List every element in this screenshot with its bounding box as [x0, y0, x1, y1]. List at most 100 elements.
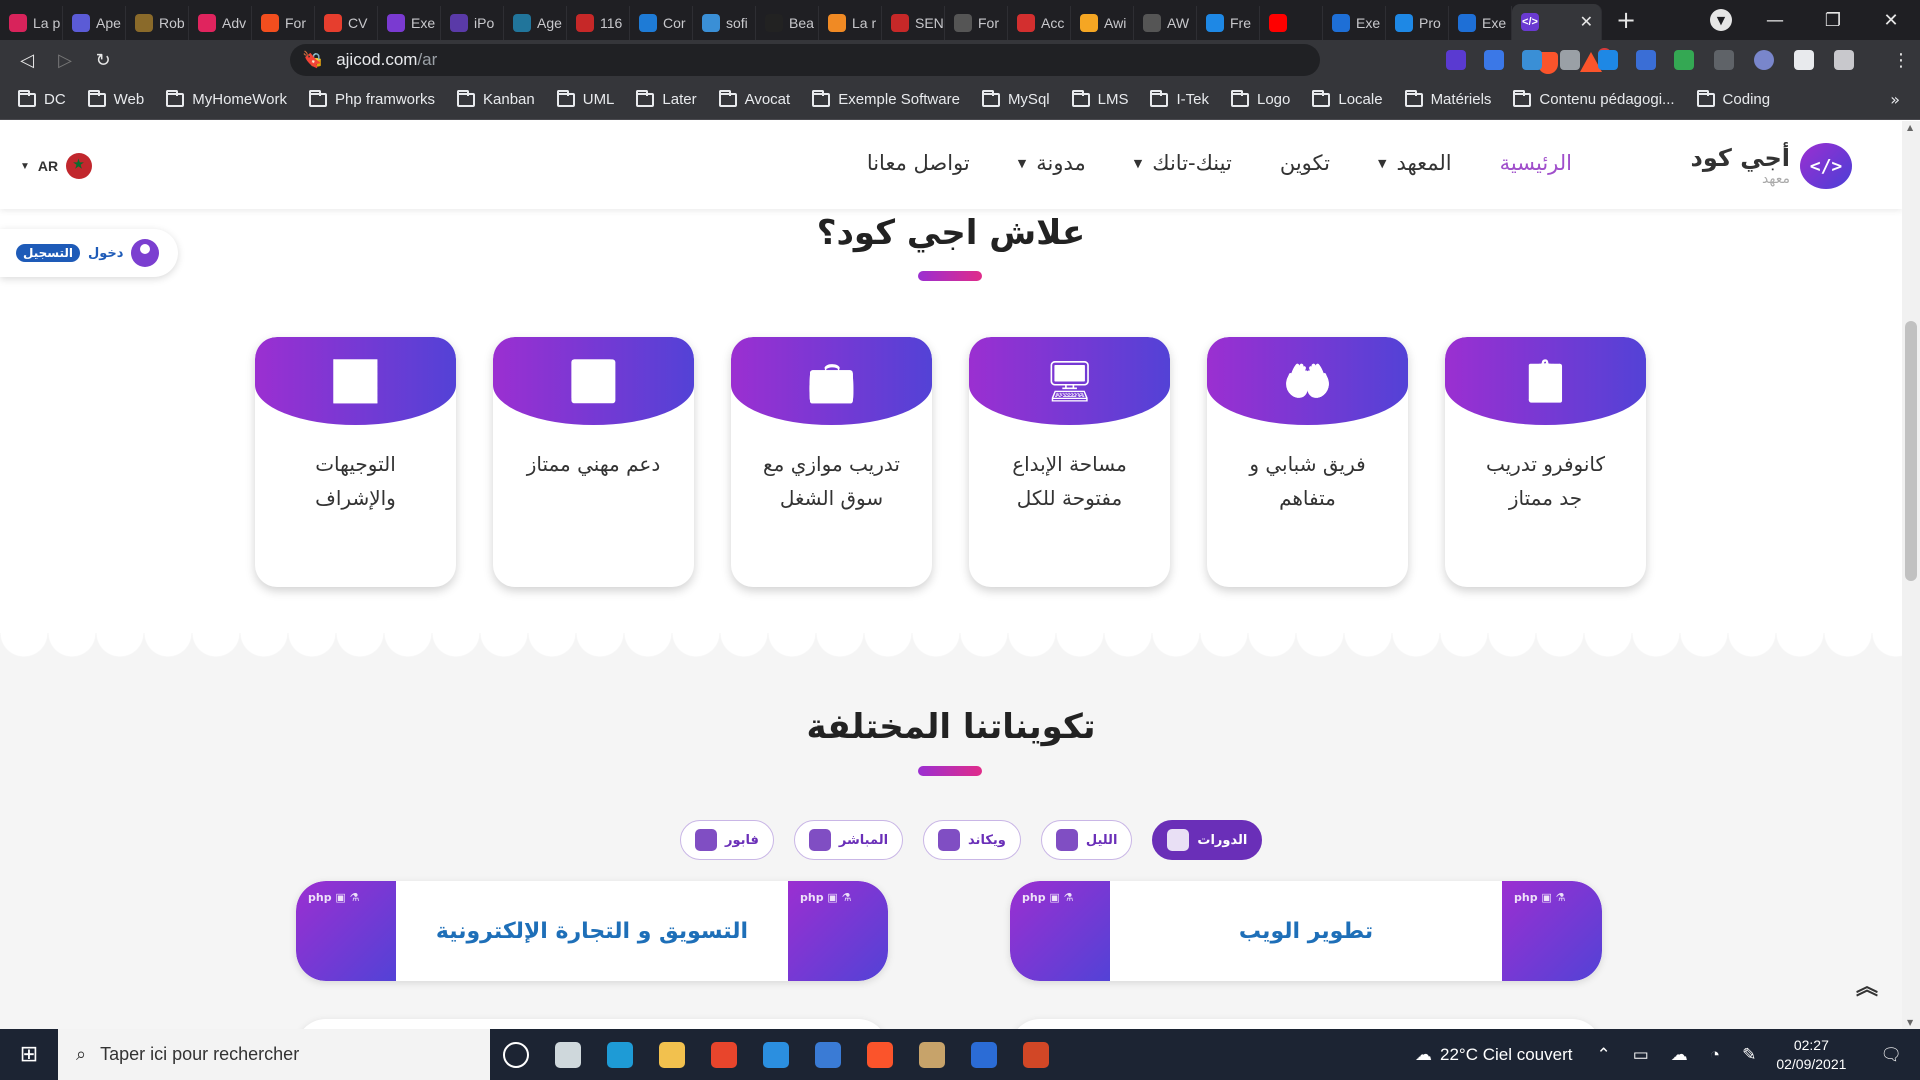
bookmark-folder[interactable]: Logo — [1230, 89, 1290, 108]
course-card[interactable]: php ▣ ⚗ تطوير الويب php ▣ ⚗ — [1010, 881, 1602, 981]
extension-1-icon[interactable] — [1446, 50, 1466, 70]
reading-list-icon[interactable] — [1834, 50, 1854, 70]
tab-4[interactable]: Adv — [189, 6, 252, 40]
nav-item[interactable]: مدونة ▼ — [1018, 151, 1086, 175]
tab-21[interactable] — [1260, 6, 1323, 40]
extension-6-icon[interactable] — [1636, 50, 1656, 70]
tab-23[interactable]: Pro — [1386, 6, 1449, 40]
tab-15[interactable]: SEN — [882, 6, 945, 40]
tab-7[interactable]: Exe — [378, 6, 441, 40]
back-icon[interactable]: ◁ — [8, 50, 46, 71]
extension-3-icon[interactable] — [1522, 50, 1542, 70]
language-selector[interactable]: ▼ AR — [20, 153, 93, 179]
bookmark-folder[interactable]: UML — [556, 89, 614, 108]
reload-icon[interactable]: ↻ — [84, 50, 122, 71]
office-app-icon[interactable] — [698, 1029, 750, 1080]
nav-item[interactable]: تكوين — [1280, 151, 1330, 175]
bookmark-folder[interactable]: Contenu pédagogi... — [1513, 89, 1675, 108]
tab-3[interactable]: Rob — [126, 6, 189, 40]
filter-tab[interactable]: فابور — [680, 820, 774, 860]
minimize-icon[interactable]: — — [1746, 10, 1804, 31]
tab-17[interactable]: Acc — [1008, 6, 1071, 40]
tab-5[interactable]: For — [252, 6, 315, 40]
tab-search-icon[interactable]: ▼ — [1710, 9, 1732, 31]
nav-item[interactable]: الرئيسية — [1500, 151, 1572, 175]
onedrive-icon[interactable]: ☁ — [1671, 1045, 1688, 1065]
bookmark-folder[interactable]: MyHomeWork — [166, 89, 287, 108]
filter-tab[interactable]: الدورات — [1152, 820, 1263, 860]
tab-20[interactable]: Fre — [1197, 6, 1260, 40]
site-logo[interactable]: أجي كود معهد </> — [1691, 143, 1852, 189]
tab-19[interactable]: AW — [1134, 6, 1197, 40]
scroll-up-icon[interactable]: ▲ — [1907, 123, 1913, 132]
pen-icon[interactable]: ✎ — [1742, 1045, 1756, 1065]
tab-active[interactable]: </> ✕ — [1512, 4, 1602, 40]
wifi-icon[interactable]: ◔ — [1710, 1045, 1720, 1065]
windows-start-icon[interactable]: ⊞ — [0, 1029, 58, 1080]
tab-8[interactable]: iPo — [441, 6, 504, 40]
bookmark-folder[interactable]: Later — [636, 89, 697, 108]
color-extension-icon[interactable] — [1674, 50, 1694, 70]
menu-kebab-icon[interactable]: ⋮ — [1882, 50, 1920, 71]
bookmark-folder[interactable]: Coding — [1696, 89, 1770, 108]
filter-tab[interactable]: ويكاند — [923, 820, 1021, 860]
close-window-icon[interactable]: ✕ — [1862, 10, 1920, 31]
page-scrollbar[interactable]: ▲ ▼ — [1902, 121, 1920, 1029]
bookmark-folder[interactable]: Matériels — [1404, 89, 1491, 108]
tab-22[interactable]: Exe — [1323, 6, 1386, 40]
nav-item[interactable]: تينك-تانك ▼ — [1134, 151, 1232, 175]
scroll-down-icon[interactable]: ▼ — [1907, 1018, 1913, 1027]
bookmark-folder[interactable]: DC — [18, 89, 66, 108]
tab-2[interactable]: Ape — [63, 6, 126, 40]
tab-6[interactable]: CV — [315, 6, 378, 40]
tray-chevron-icon[interactable]: ⌃ — [1596, 1045, 1610, 1065]
puzzle-extensions-icon[interactable] — [1794, 50, 1814, 70]
bookmark-folder[interactable]: MySql — [981, 89, 1050, 108]
edge-app-icon[interactable] — [594, 1029, 646, 1080]
bookmark-folder[interactable]: Avocat — [718, 89, 790, 108]
tab-12[interactable]: sofi — [693, 6, 756, 40]
clock[interactable]: 02:27 02/09/2021 — [1776, 1036, 1846, 1074]
vscode-app-icon[interactable] — [750, 1029, 802, 1080]
bookmark-folder[interactable]: LMS — [1071, 89, 1128, 108]
forward-icon[interactable]: ▷ — [46, 50, 84, 71]
bookmark-folder[interactable]: I-Tek — [1150, 89, 1209, 108]
course-card[interactable]: php ▣ ⚗ التسويق و التجارة الإلكترونية php … — [296, 881, 888, 981]
restore-icon[interactable]: ❐ — [1804, 10, 1862, 31]
extension-8-icon[interactable] — [1714, 50, 1734, 70]
address-bar[interactable]: 🔒 ajicod.com/ar 1 — [290, 44, 1612, 76]
camera-extension-icon[interactable] — [1560, 50, 1580, 70]
nav-item[interactable]: المعهد ▼ — [1378, 151, 1452, 175]
back-to-top-icon[interactable]: ︽ — [1856, 969, 1878, 1001]
tab-14[interactable]: La r — [819, 6, 882, 40]
task-view-app-icon[interactable] — [490, 1029, 542, 1080]
brave-app-icon[interactable] — [854, 1029, 906, 1080]
taskbar-search[interactable]: ⌕ Taper ici pour rechercher — [58, 1029, 490, 1080]
tab-18[interactable]: Awi — [1071, 6, 1134, 40]
extension-5-icon[interactable] — [1598, 50, 1618, 70]
tab-10[interactable]: 116 — [567, 6, 630, 40]
tab-16[interactable]: For — [945, 6, 1008, 40]
filter-tab[interactable]: الليل — [1040, 820, 1133, 860]
bookmark-page-icon[interactable]: 🔖 — [302, 50, 322, 69]
powerpoint-app-icon[interactable] — [1010, 1029, 1062, 1080]
bookmarks-overflow-icon[interactable]: » — [1890, 90, 1900, 109]
battery-icon[interactable]: ▭ — [1633, 1045, 1649, 1065]
filter-tab[interactable]: المباشر — [793, 820, 904, 860]
translate-extension-icon[interactable] — [1484, 50, 1504, 70]
tab-13[interactable]: Bea — [756, 6, 819, 40]
close-tab-icon[interactable]: ✕ — [1580, 12, 1593, 32]
weather-text[interactable]: 22°C Ciel couvert — [1440, 1045, 1572, 1065]
widgets-app-icon[interactable] — [542, 1029, 594, 1080]
extension-9-icon[interactable] — [1754, 50, 1774, 70]
nav-item[interactable]: تواصل معانا — [867, 151, 970, 175]
remote-app-icon[interactable] — [802, 1029, 854, 1080]
bookmark-folder[interactable]: Web — [87, 89, 144, 108]
tab-24[interactable]: Exe — [1449, 6, 1512, 40]
bookmark-folder[interactable]: Locale — [1312, 89, 1383, 108]
course-card[interactable] — [296, 1019, 888, 1029]
word-app-icon[interactable] — [958, 1029, 1010, 1080]
tab-9[interactable]: Age — [504, 6, 567, 40]
bookmark-folder[interactable]: Php framworks — [308, 89, 435, 108]
new-tab-button[interactable]: + — [1616, 6, 1636, 34]
